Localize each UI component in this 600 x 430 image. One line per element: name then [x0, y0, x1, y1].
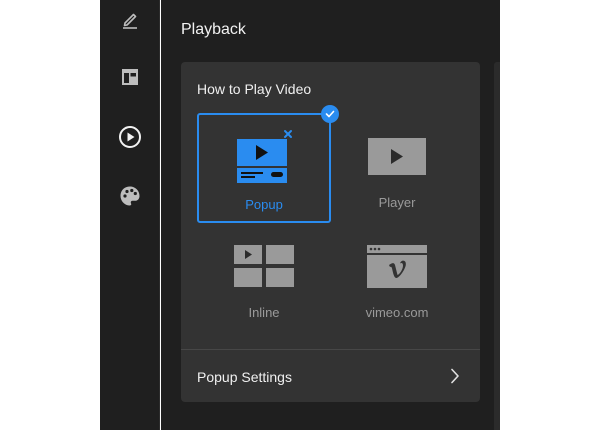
layout-icon	[122, 69, 138, 85]
option-label: vimeo.com	[365, 305, 429, 320]
play-circle-icon	[119, 126, 141, 148]
chevron-right-icon	[451, 368, 459, 384]
inline-grid-icon	[234, 245, 294, 287]
vimeo-window-icon	[367, 245, 427, 288]
page-title: Playback	[181, 21, 246, 38]
popup-settings-label: Popup Settings	[197, 369, 292, 385]
sidebar-item-appearance[interactable]	[115, 181, 145, 211]
main-content: Playback How to Play Video Popup Player …	[161, 0, 500, 430]
palette-icon	[120, 186, 140, 206]
option-label: Player	[378, 195, 416, 210]
option-label: Popup	[245, 197, 283, 212]
scrollbar[interactable]	[494, 62, 500, 430]
sidebar-item-playback[interactable]	[115, 122, 145, 152]
player-video-icon	[368, 138, 426, 175]
sidebar-item-layout[interactable]	[115, 62, 145, 92]
option-player[interactable]: Player	[330, 113, 464, 223]
sidebar-item-edit[interactable]	[115, 4, 145, 34]
section-heading: How to Play Video	[197, 81, 312, 97]
option-vimeo[interactable]: vimeo.com	[330, 223, 464, 333]
playback-panel: How to Play Video Popup Player Inline vi…	[181, 62, 480, 402]
option-inline[interactable]: Inline	[197, 223, 331, 333]
pen-icon	[123, 13, 137, 29]
option-label: Inline	[248, 305, 280, 320]
option-popup[interactable]: Popup	[197, 105, 339, 223]
popup-settings-row[interactable]: Popup Settings	[181, 350, 480, 402]
popup-video-icon	[237, 130, 292, 183]
sidebar	[100, 0, 160, 430]
